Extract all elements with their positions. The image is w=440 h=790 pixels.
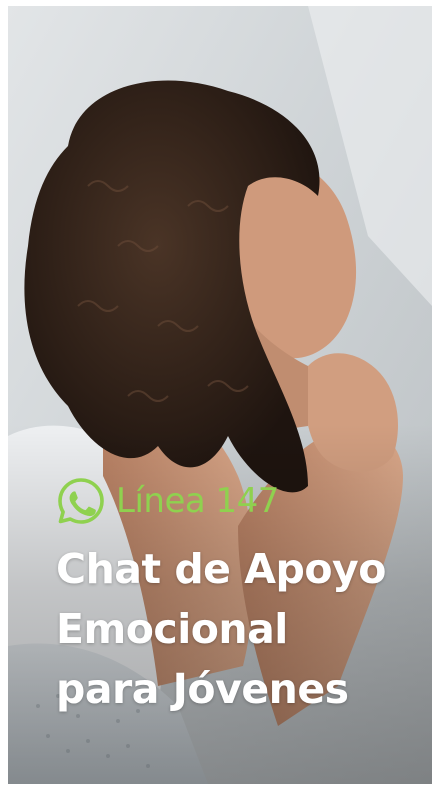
headline-line-2: Emocional <box>56 605 288 653</box>
headline-line-3: para Jóvenes <box>56 665 349 713</box>
brand-name: Línea 147 <box>116 481 279 521</box>
headline-line-1: Chat de Apoyo <box>56 545 386 593</box>
headline: Chat de Apoyo Emocional para Jóvenes <box>56 539 426 719</box>
story-card: Línea 147 Chat de Apoyo Emocional para J… <box>8 6 432 784</box>
brand-row: Línea 147 <box>56 476 279 526</box>
whatsapp-icon <box>58 478 104 524</box>
